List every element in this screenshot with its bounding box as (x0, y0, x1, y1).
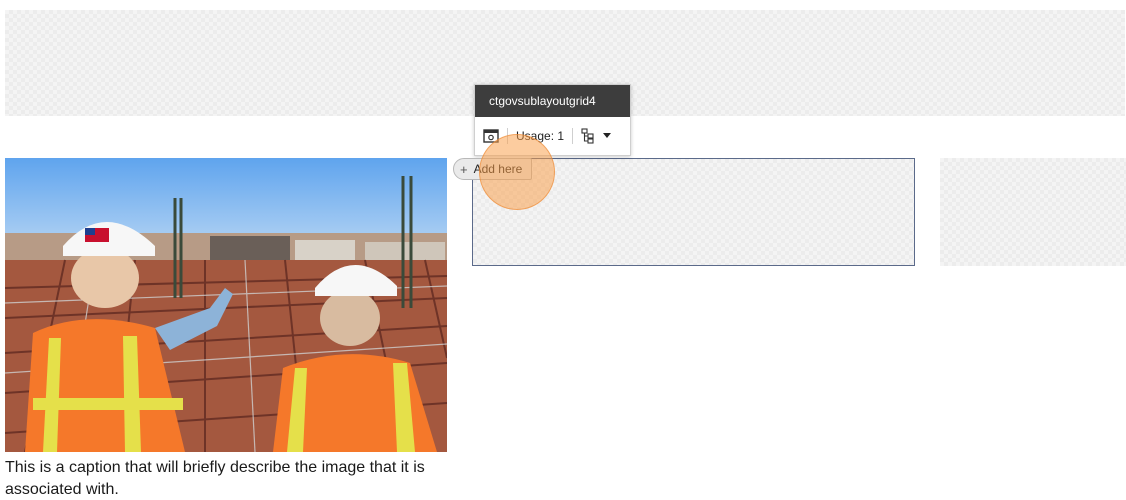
empty-placeholder-right[interactable] (940, 158, 1126, 266)
image-caption: This is a caption that will briefly desc… (5, 459, 425, 498)
rendering-preview-icon[interactable] (483, 129, 499, 143)
add-here-button[interactable]: + Add here (453, 158, 533, 180)
rendering-name: ctgovsublayoutgrid4 (475, 85, 630, 117)
rendering-toolbar-actions: Usage: 1 (475, 117, 630, 155)
toolbar-divider (572, 128, 574, 144)
caret-down-icon[interactable] (603, 133, 612, 139)
image-with-caption: This is a caption that will briefly desc… (5, 158, 447, 500)
tree-structure-icon[interactable] (581, 128, 595, 144)
construction-workers-photo[interactable] (5, 158, 447, 452)
rendering-toolbar: ctgovsublayoutgrid4 Usage: 1 (474, 84, 631, 156)
grid-cell-placeholder[interactable] (472, 158, 915, 266)
add-here-label: Add here (473, 162, 523, 176)
toolbar-divider (507, 128, 508, 144)
plus-icon: + (460, 161, 468, 177)
grid-cell-fill (473, 159, 914, 265)
usage-count[interactable]: Usage: 1 (516, 129, 564, 143)
